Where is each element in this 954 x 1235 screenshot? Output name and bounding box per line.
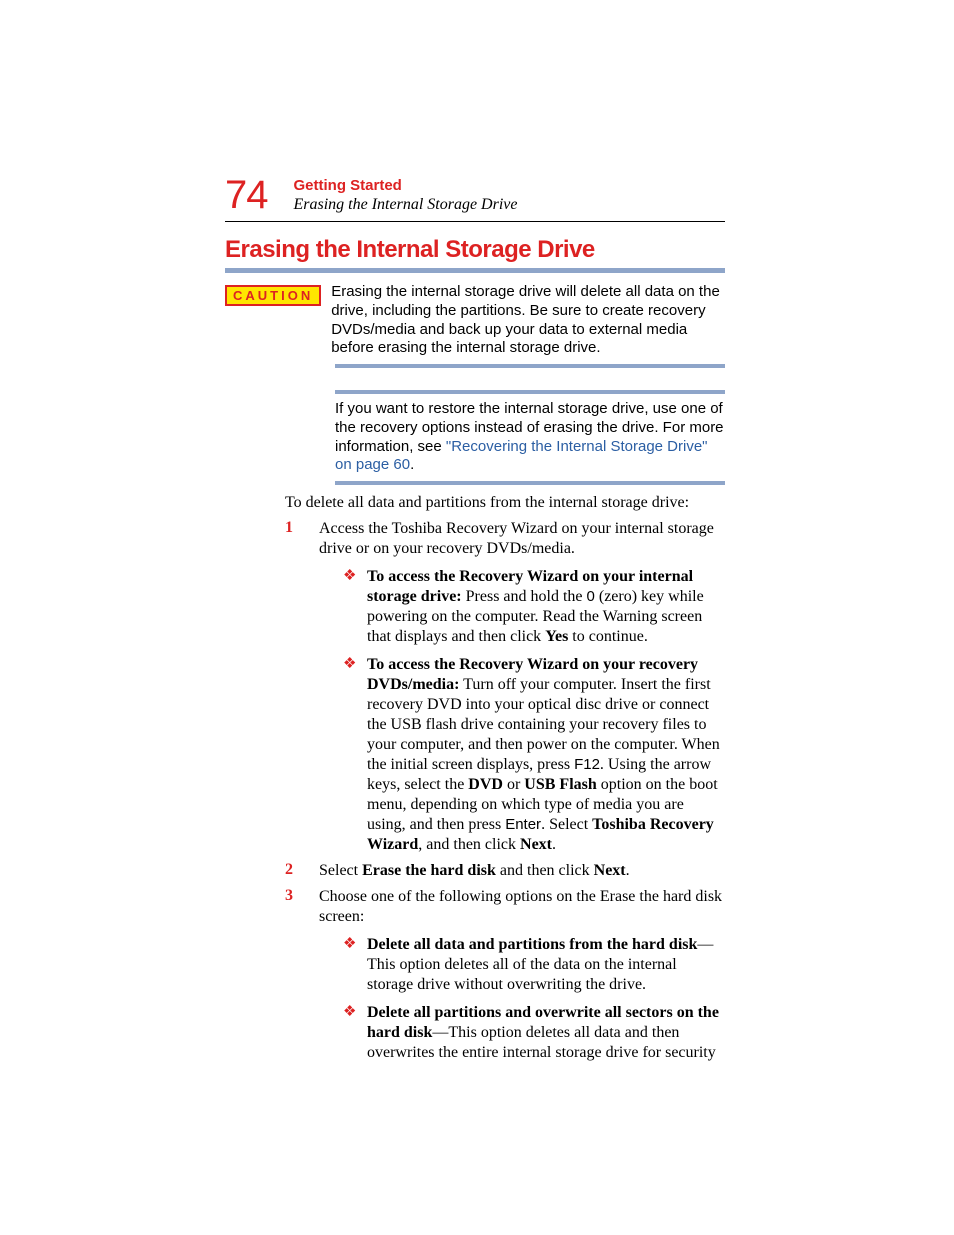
note-block: If you want to restore the internal stor…: [225, 390, 725, 485]
note-rule-bottom: [335, 481, 725, 485]
t: .: [626, 862, 630, 879]
step-body: Select Erase the hard disk and then clic…: [319, 861, 725, 881]
t: and then click: [496, 862, 594, 879]
intro-text: To delete all data and partitions from t…: [285, 493, 725, 513]
delete-all-data-label: Delete all data and partitions from the …: [367, 936, 697, 953]
step-3-sub-b: ❖ Delete all partitions and overwrite al…: [343, 1003, 725, 1063]
sub-body: Delete all partitions and overwrite all …: [367, 1003, 725, 1063]
step-1: 1 Access the Toshiba Recovery Wizard on …: [285, 519, 725, 855]
t: or: [503, 776, 524, 793]
document-page: 74 Getting Started Erasing the Internal …: [0, 0, 954, 1235]
key-zero: 0: [587, 588, 595, 605]
step-2: 2 Select Erase the hard disk and then cl…: [285, 861, 725, 881]
step-number: 2: [285, 861, 319, 881]
diamond-bullet-icon: ❖: [343, 1003, 367, 1063]
diamond-bullet-icon: ❖: [343, 655, 367, 855]
step-3: 3 Choose one of the following options on…: [285, 887, 725, 1063]
diamond-bullet-icon: ❖: [343, 935, 367, 995]
step-number: 1: [285, 519, 319, 855]
sub-body: To access the Recovery Wizard on your re…: [367, 655, 725, 855]
key-enter: Enter: [505, 816, 541, 833]
diamond-bullet-icon: ❖: [343, 567, 367, 647]
yes-label: Yes: [545, 628, 568, 645]
sub-body: Delete all data and partitions from the …: [367, 935, 725, 995]
t: Press and hold the: [462, 588, 587, 605]
next-label: Next: [520, 836, 552, 853]
note-text: If you want to restore the internal stor…: [335, 400, 725, 475]
note-rule-top: [335, 390, 725, 394]
caution-badge: CAUTION: [225, 285, 321, 306]
ordered-list: 1 Access the Toshiba Recovery Wizard on …: [285, 519, 725, 1063]
step-body: Access the Toshiba Recovery Wizard on yo…: [319, 519, 725, 855]
step-1-text: Access the Toshiba Recovery Wizard on yo…: [319, 520, 714, 557]
section-heading: Erasing the Internal Storage Drive: [225, 236, 724, 264]
chapter-title: Getting Started: [294, 177, 518, 194]
next-label: Next: [594, 862, 626, 879]
page-number: 74: [225, 175, 268, 215]
step-body: Choose one of the following options on t…: [319, 887, 725, 1063]
section-rule: [225, 268, 725, 273]
step-3-sub-a: ❖ Delete all data and partitions from th…: [343, 935, 725, 995]
erase-hard-disk-label: Erase the hard disk: [362, 862, 496, 879]
t: to continue.: [568, 628, 648, 645]
t: .: [552, 836, 556, 853]
step-1-sub-b: ❖ To access the Recovery Wizard on your …: [343, 655, 725, 855]
dvd-label: DVD: [468, 776, 503, 793]
t: . Select: [541, 816, 592, 833]
sub-body: To access the Recovery Wizard on your in…: [367, 567, 725, 647]
step-3-text: Choose one of the following options on t…: [319, 888, 722, 925]
page-header: 74 Getting Started Erasing the Internal …: [225, 175, 724, 215]
caution-rule: [335, 364, 725, 368]
caution-text: Erasing the internal storage drive will …: [331, 283, 725, 358]
t: , and then click: [418, 836, 520, 853]
header-texts: Getting Started Erasing the Internal Sto…: [294, 175, 518, 214]
t: Select: [319, 862, 362, 879]
key-f12: F12: [574, 756, 600, 773]
step-1-sub-a: ❖ To access the Recovery Wizard on your …: [343, 567, 725, 647]
note-post: .: [410, 456, 414, 473]
usb-flash-label: USB Flash: [524, 776, 596, 793]
step-number: 3: [285, 887, 319, 1063]
caution-block: CAUTION Erasing the internal storage dri…: [225, 283, 725, 368]
header-rule: [225, 221, 725, 222]
subchapter-title: Erasing the Internal Storage Drive: [294, 196, 518, 214]
